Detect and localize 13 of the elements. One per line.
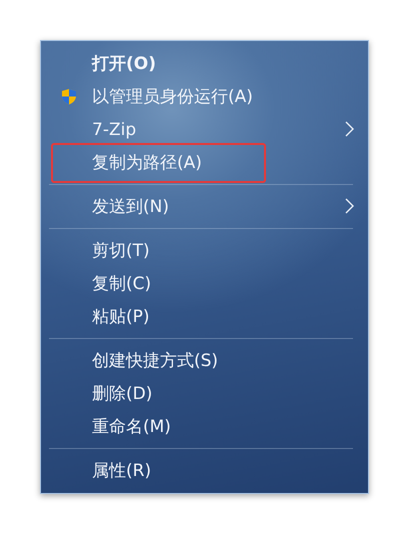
- menu-item[interactable]: 复制为路径(A): [41, 146, 368, 179]
- menu-item[interactable]: 属性(R): [41, 454, 368, 487]
- menu-item[interactable]: 创建快捷方式(S): [41, 344, 368, 377]
- menu-item[interactable]: 发送到(N): [41, 190, 368, 223]
- menu-item[interactable]: 7-Zip: [41, 113, 368, 146]
- menu-item[interactable]: 复制(C): [41, 267, 368, 300]
- menu-item[interactable]: 粘贴(P): [41, 300, 368, 333]
- menu-item[interactable]: 以管理员身份运行(A): [41, 80, 368, 113]
- menu-item[interactable]: 删除(D): [41, 377, 368, 410]
- menu-item[interactable]: 打开(O): [41, 47, 368, 80]
- menu-item[interactable]: 重命名(M): [41, 410, 368, 443]
- shield-icon: [61, 88, 77, 105]
- menu-item[interactable]: 剪切(T): [41, 234, 368, 267]
